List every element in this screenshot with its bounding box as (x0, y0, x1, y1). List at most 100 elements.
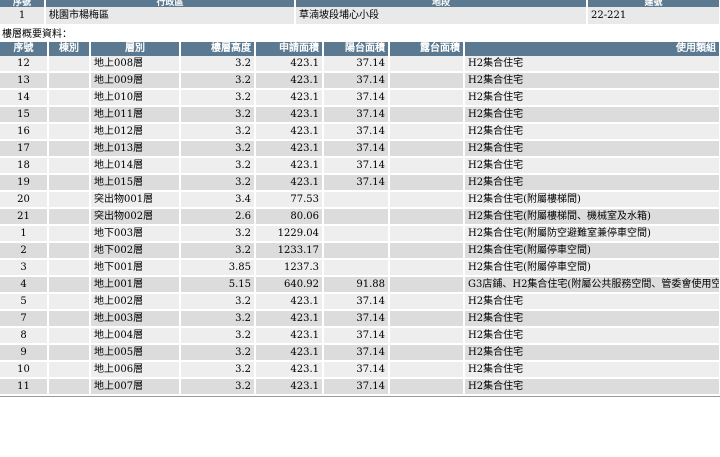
balcony-area-cell (323, 208, 390, 226)
seq-cell: 1 (0, 225, 49, 243)
applied-area-cell: 423.1 (255, 361, 324, 379)
terrace-area-cell (389, 208, 465, 226)
floor-cell: 地上005層 (90, 344, 181, 362)
building-cell (48, 293, 91, 311)
building-cell (48, 56, 91, 73)
floor-cell: 地上015層 (90, 174, 181, 192)
table-row: 11 地上007層 3.2 423.1 37.14 H2集合住宅 (0, 378, 720, 396)
applied-area-cell: 423.1 (255, 174, 324, 192)
header-floor-height: 樓層高度 (180, 42, 256, 56)
floor-cell: 地上006層 (90, 361, 181, 379)
table-row: 13 地上009層 3.2 423.1 37.14 H2集合住宅 (0, 72, 720, 90)
section-label: 樓層概要資料： (2, 29, 72, 40)
parcel-header-cell: 地段 (295, 0, 588, 7)
floor-table-body: 12 地上008層 3.2 423.1 37.14 H2集合住宅 13 地上009層 3.2 42… (0, 56, 720, 396)
building-cell (48, 72, 91, 90)
seq-cell: 17 (0, 140, 49, 158)
terrace-area-cell (389, 56, 465, 73)
balcony-area-cell: 37.14 (323, 361, 390, 379)
floor-height-cell: 3.2 (180, 123, 256, 141)
applied-area-cell: 423.1 (255, 378, 324, 396)
seq-cell: 10 (0, 361, 49, 379)
table-row: 21 突出物002層 2.6 80.06 H2集合住宅(附屬樓梯間、機械室及水箱) (0, 208, 720, 226)
floor-cell: 突出物001層 (90, 191, 181, 209)
floor-cell: 地上007層 (90, 378, 181, 396)
balcony-area-cell (323, 191, 390, 209)
floor-height-cell: 3.2 (180, 56, 256, 73)
usage-class-cell: H2集合住宅 (464, 174, 720, 192)
header-floor: 層別 (90, 42, 181, 56)
applied-area-cell: 423.1 (255, 327, 324, 345)
floor-cell: 地上001層 (90, 276, 181, 294)
building-cell (48, 378, 91, 396)
parcel-cell: 1 (0, 7, 46, 26)
applied-area-cell: 1229.04 (255, 225, 324, 243)
parcel-row: 1 桃園市楊梅區 草湳坡段埔心小段 22-221 (0, 7, 720, 26)
floor-height-cell: 3.4 (180, 191, 256, 209)
building-cell (48, 157, 91, 175)
usage-class-cell: H2集合住宅(附屬樓梯間、機械室及水箱) (464, 208, 720, 226)
balcony-area-cell: 37.14 (323, 378, 390, 396)
floor-height-cell: 2.6 (180, 208, 256, 226)
floor-cell: 地下003層 (90, 225, 181, 243)
building-cell (48, 327, 91, 345)
terrace-area-cell (389, 106, 465, 124)
terrace-area-cell (389, 174, 465, 192)
applied-area-cell: 423.1 (255, 56, 324, 73)
floor-cell: 地上010層 (90, 89, 181, 107)
floor-height-cell: 3.2 (180, 106, 256, 124)
floor-cell: 地上014層 (90, 157, 181, 175)
terrace-area-cell (389, 191, 465, 209)
applied-area-cell: 423.1 (255, 123, 324, 141)
balcony-area-cell: 91.88 (323, 276, 390, 294)
floor-summary-table: 序號 棟別 層別 樓層高度 申請面積 陽台面積 露台面積 使用類組 12 地上00… (0, 42, 720, 396)
building-cell (48, 242, 91, 260)
table-row: 18 地上014層 3.2 423.1 37.14 H2集合住宅 (0, 157, 720, 175)
floor-height-cell: 3.2 (180, 89, 256, 107)
floor-header-row: 序號 棟別 層別 樓層高度 申請面積 陽台面積 露台面積 使用類組 (0, 42, 720, 56)
parcel-header-row: 序號 行政區 地段 建號 (0, 0, 720, 7)
usage-class-cell: H2集合住宅 (464, 310, 720, 328)
balcony-area-cell: 37.14 (323, 344, 390, 362)
applied-area-cell: 80.06 (255, 208, 324, 226)
floor-height-cell: 3.2 (180, 140, 256, 158)
applied-area-cell: 423.1 (255, 157, 324, 175)
terrace-area-cell (389, 123, 465, 141)
seq-cell: 8 (0, 327, 49, 345)
seq-cell: 12 (0, 56, 49, 73)
seq-cell: 19 (0, 174, 49, 192)
floor-cell: 地上003層 (90, 310, 181, 328)
balcony-area-cell: 37.14 (323, 123, 390, 141)
balcony-area-cell: 37.14 (323, 174, 390, 192)
terrace-area-cell (389, 276, 465, 294)
floor-height-cell: 3.2 (180, 310, 256, 328)
applied-area-cell: 423.1 (255, 106, 324, 124)
floor-cell: 地上012層 (90, 123, 181, 141)
usage-class-cell: H2集合住宅 (464, 157, 720, 175)
balcony-area-cell (323, 259, 390, 277)
building-cell (48, 310, 91, 328)
seq-cell: 11 (0, 378, 49, 396)
parcel-header-cell: 行政區 (45, 0, 296, 7)
parcel-cell: 22-221 (587, 7, 720, 26)
balcony-area-cell: 37.14 (323, 327, 390, 345)
usage-class-cell: H2集合住宅(附屬防空避難室兼停車空間) (464, 225, 720, 243)
floor-height-cell: 5.15 (180, 276, 256, 294)
header-building: 棟別 (48, 42, 91, 56)
table-row: 8 地上004層 3.2 423.1 37.14 H2集合住宅 (0, 327, 720, 345)
terrace-area-cell (389, 242, 465, 260)
building-cell (48, 344, 91, 362)
table-row: 4 地上001層 5.15 640.92 91.88 G3店鋪、H2集合住宅(附屬公共服務… (0, 276, 720, 294)
balcony-area-cell: 37.14 (323, 140, 390, 158)
building-cell (48, 361, 91, 379)
balcony-area-cell: 37.14 (323, 56, 390, 73)
floor-height-cell: 3.2 (180, 327, 256, 345)
seq-cell: 15 (0, 106, 49, 124)
usage-class-cell: H2集合住宅 (464, 293, 720, 311)
building-cell (48, 123, 91, 141)
parcel-cell: 草湳坡段埔心小段 (295, 7, 588, 26)
terrace-area-cell (389, 259, 465, 277)
applied-area-cell: 423.1 (255, 72, 324, 90)
balcony-area-cell: 37.14 (323, 310, 390, 328)
header-seq: 序號 (0, 42, 49, 56)
